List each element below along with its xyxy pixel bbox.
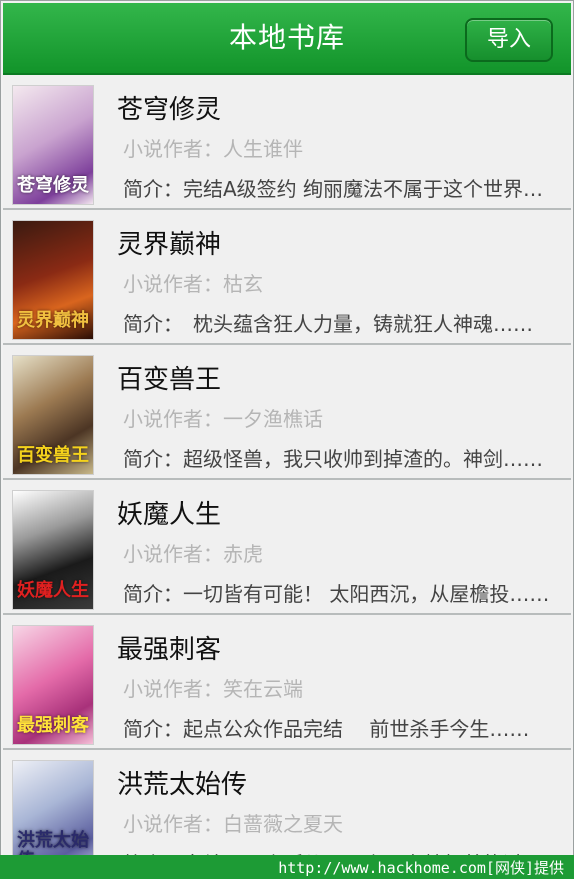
book-cover-image[interactable]: 妖魔人生 <box>12 490 94 610</box>
book-list-item[interactable]: 妖魔人生 妖魔人生 小说作者：赤虎 简介：一切皆有可能！ 太阳西沉，从屋檐投…… <box>3 480 571 615</box>
book-description: 简介：一切皆有可能！ 太阳西沉，从屋檐投…… <box>123 582 550 606</box>
book-title[interactable]: 洪荒太始传 <box>117 764 247 801</box>
book-cover-lettering: 妖魔人生 <box>17 580 89 601</box>
book-author: 小说作者：人生谁伴 <box>123 137 303 161</box>
book-title[interactable]: 百变兽王 <box>117 359 221 396</box>
book-cover-lettering: 百变兽王 <box>17 445 89 466</box>
book-cover-image[interactable]: 苍穹修灵 <box>12 85 94 205</box>
book-author: 小说作者：枯玄 <box>123 272 263 296</box>
book-list: 苍穹修灵 苍穹修灵 小说作者：人生谁伴 简介：完结A级签约 绚丽魔法不属于这个世界……… <box>3 75 571 878</box>
footer-bar: http://www.hackhome.com[网侠]提供 <box>0 855 574 879</box>
book-cover-lettering: 最强刺客 <box>17 715 89 736</box>
book-cover-image[interactable]: 百变兽王 <box>12 355 94 475</box>
import-button[interactable]: 导入 <box>465 18 553 62</box>
app-frame: 本地书库 导入 苍穹修灵 苍穹修灵 小说作者：人生谁伴 简介：完结A级签约 绚丽魔法不… <box>0 0 574 879</box>
book-author: 小说作者：赤虎 <box>123 542 263 566</box>
book-description: 简介：超级怪兽，我只收帅到掉渣的。神剑…… <box>123 447 543 471</box>
book-cover-image[interactable]: 最强刺客 <box>12 625 94 745</box>
book-cover-image[interactable]: 灵界巅神 <box>12 220 94 340</box>
book-list-item[interactable]: 苍穹修灵 苍穹修灵 小说作者：人生谁伴 简介：完结A级签约 绚丽魔法不属于这个世界…… <box>3 75 571 210</box>
book-description: 简介： 枕头蕴含狂人力量，铸就狂人神魂…… <box>123 312 533 336</box>
book-description: 简介：起点公众作品完结 前世杀手今生…… <box>123 717 530 741</box>
book-list-item[interactable]: 灵界巅神 灵界巅神 小说作者：枯玄 简介： 枕头蕴含狂人力量，铸就狂人神魂…… <box>3 210 571 345</box>
watermark-text: http://www.hackhome.com[网侠]提供 <box>278 859 564 877</box>
book-description: 简介：完结A级签约 绚丽魔法不属于这个世界…… <box>123 177 563 201</box>
book-title[interactable]: 最强刺客 <box>117 629 221 666</box>
book-list-item[interactable]: 百变兽王 百变兽王 小说作者：一夕渔樵话 简介：超级怪兽，我只收帅到掉渣的。神剑…… <box>3 345 571 480</box>
book-author: 小说作者：一夕渔樵话 <box>123 407 323 431</box>
book-cover-lettering: 苍穹修灵 <box>17 175 89 196</box>
book-author: 小说作者：白蔷薇之夏天 <box>123 812 343 836</box>
book-list-item[interactable]: 最强刺客 最强刺客 小说作者：笑在云端 简介：起点公众作品完结 前世杀手今生…… <box>3 615 571 750</box>
book-author: 小说作者：笑在云端 <box>123 677 303 701</box>
book-title[interactable]: 妖魔人生 <box>117 494 221 531</box>
title-bar: 本地书库 导入 <box>3 3 571 75</box>
book-title[interactable]: 苍穹修灵 <box>117 89 221 126</box>
book-cover-lettering: 灵界巅神 <box>17 310 89 331</box>
book-title[interactable]: 灵界巅神 <box>117 224 221 261</box>
